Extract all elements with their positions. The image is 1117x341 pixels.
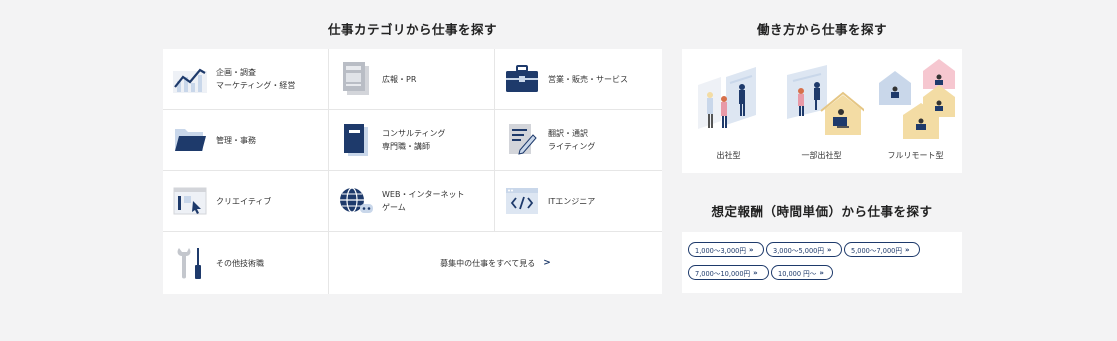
document-icon xyxy=(338,61,374,97)
category-label: WEB・インターネット ゲーム xyxy=(382,190,465,212)
rate-pill-label: 10,000 円～ xyxy=(778,269,817,278)
tools-icon xyxy=(172,245,208,281)
category-label: 管理・事務 xyxy=(216,135,256,145)
remote-illustration xyxy=(879,59,955,139)
category-planning[interactable]: 企画・調査 マーケティング・経営 xyxy=(163,49,329,110)
folder-icon xyxy=(172,122,208,158)
style-label: 一部出社型 xyxy=(801,151,842,160)
category-label: 企画・調査 マーケティング・経営 xyxy=(216,68,296,90)
double-chevron-icon: » xyxy=(819,268,824,277)
code-window-icon xyxy=(504,183,540,219)
globe-icon xyxy=(338,183,374,219)
see-all-jobs-link[interactable]: 募集中の仕事をすべて見る > xyxy=(329,232,662,294)
chevron-right-icon: > xyxy=(543,258,551,268)
category-it-engineer[interactable]: ITエンジニア xyxy=(495,171,662,232)
category-consulting[interactable]: コンサルティング 専門職・講師 xyxy=(329,110,495,171)
double-chevron-icon: » xyxy=(753,268,758,277)
double-chevron-icon: » xyxy=(748,245,754,254)
category-label: 広報・PR xyxy=(382,74,417,84)
rate-section-title: 想定報酬（時間単価）から仕事を探す xyxy=(711,204,933,219)
category-label: その他技術職 xyxy=(216,258,264,268)
category-web[interactable]: WEB・インターネット ゲーム xyxy=(329,171,495,232)
category-label: 翻訳・通訳 ライティング xyxy=(548,129,596,151)
rate-pill[interactable]: 5,000～7,000円 » xyxy=(844,242,920,257)
chart-icon xyxy=(172,61,208,97)
rate-panel: 1,000～3,000円 » 3,000～5,000円 » 5,000～7,00… xyxy=(682,232,962,293)
style-section-title: 働き方から仕事を探す xyxy=(756,22,887,37)
rate-pill[interactable]: 3,000～5,000円 » xyxy=(766,242,842,257)
category-section-title: 仕事カテゴリから仕事を探す xyxy=(327,22,497,37)
style-full-remote[interactable]: フルリモート型 xyxy=(869,49,962,173)
work-style-panel: 出社型 一部出社型 フルリモート型 xyxy=(682,49,962,173)
category-label: コンサルティング 専門職・講師 xyxy=(382,129,446,151)
rate-pill[interactable]: 7,000～10,000円 » xyxy=(688,265,769,280)
category-label: クリエイティブ xyxy=(216,196,272,206)
rate-pill[interactable]: 10,000 円～ » xyxy=(771,265,833,280)
category-translation[interactable]: 翻訳・通訳 ライティング xyxy=(495,110,662,171)
book-icon xyxy=(338,122,374,158)
rate-pill-label: 1,000～3,000円 xyxy=(695,246,746,255)
pencil-document-icon xyxy=(504,122,540,158)
category-sales[interactable]: 営業・販売・サービス xyxy=(495,49,662,110)
briefcase-icon xyxy=(504,61,540,97)
see-all-label: 募集中の仕事をすべて見る xyxy=(440,258,536,268)
double-chevron-icon: » xyxy=(904,245,910,254)
double-chevron-icon: » xyxy=(826,245,832,254)
category-creative[interactable]: クリエイティブ xyxy=(163,171,329,232)
hybrid-illustration xyxy=(787,65,864,135)
style-label: 出社型 xyxy=(716,151,741,160)
style-hybrid[interactable]: 一部出社型 xyxy=(775,49,868,173)
rate-pill-label: 5,000～7,000円 xyxy=(851,246,902,255)
rate-pill-label: 3,000～5,000円 xyxy=(773,246,824,255)
office-people-illustration xyxy=(698,67,756,129)
rate-pill[interactable]: 1,000～3,000円 » xyxy=(688,242,764,257)
category-admin[interactable]: 管理・事務 xyxy=(163,110,329,171)
category-label: 営業・販売・サービス xyxy=(548,74,628,84)
category-other-tech[interactable]: その他技術職 xyxy=(163,232,329,294)
style-onsite[interactable]: 出社型 xyxy=(682,49,775,173)
rate-pill-label: 7,000～10,000円 xyxy=(695,269,751,278)
design-window-icon xyxy=(172,183,208,219)
style-label: フルリモート型 xyxy=(887,151,944,160)
category-pr[interactable]: 広報・PR xyxy=(329,49,495,110)
category-grid: 企画・調査 マーケティング・経営 広報・PR 営業・販売・サービス 管理・事務 … xyxy=(163,49,662,294)
category-label: ITエンジニア xyxy=(548,196,596,206)
